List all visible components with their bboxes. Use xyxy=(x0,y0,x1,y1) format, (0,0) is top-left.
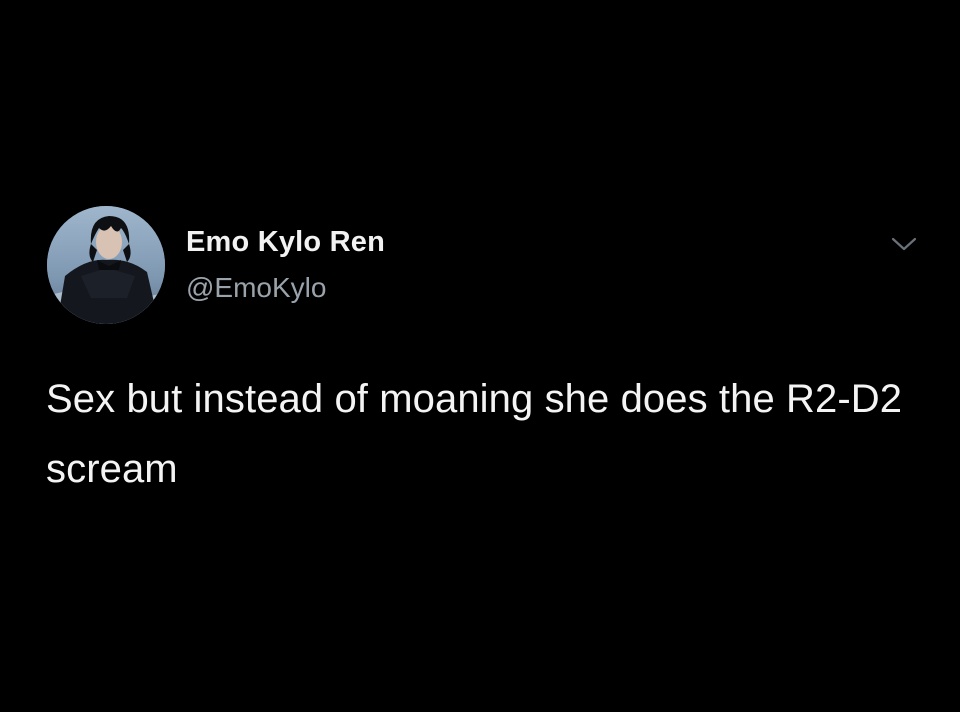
avatar[interactable] xyxy=(47,206,165,324)
avatar-image xyxy=(47,206,165,324)
tweet-card: Emo Kylo Ren @EmoKylo Sex but instead of… xyxy=(0,0,960,712)
user-handle[interactable]: @EmoKylo xyxy=(186,272,326,304)
chevron-down-icon[interactable] xyxy=(888,232,920,256)
tweet-text: Sex but instead of moaning she does the … xyxy=(46,377,903,491)
display-name[interactable]: Emo Kylo Ren xyxy=(186,226,385,259)
